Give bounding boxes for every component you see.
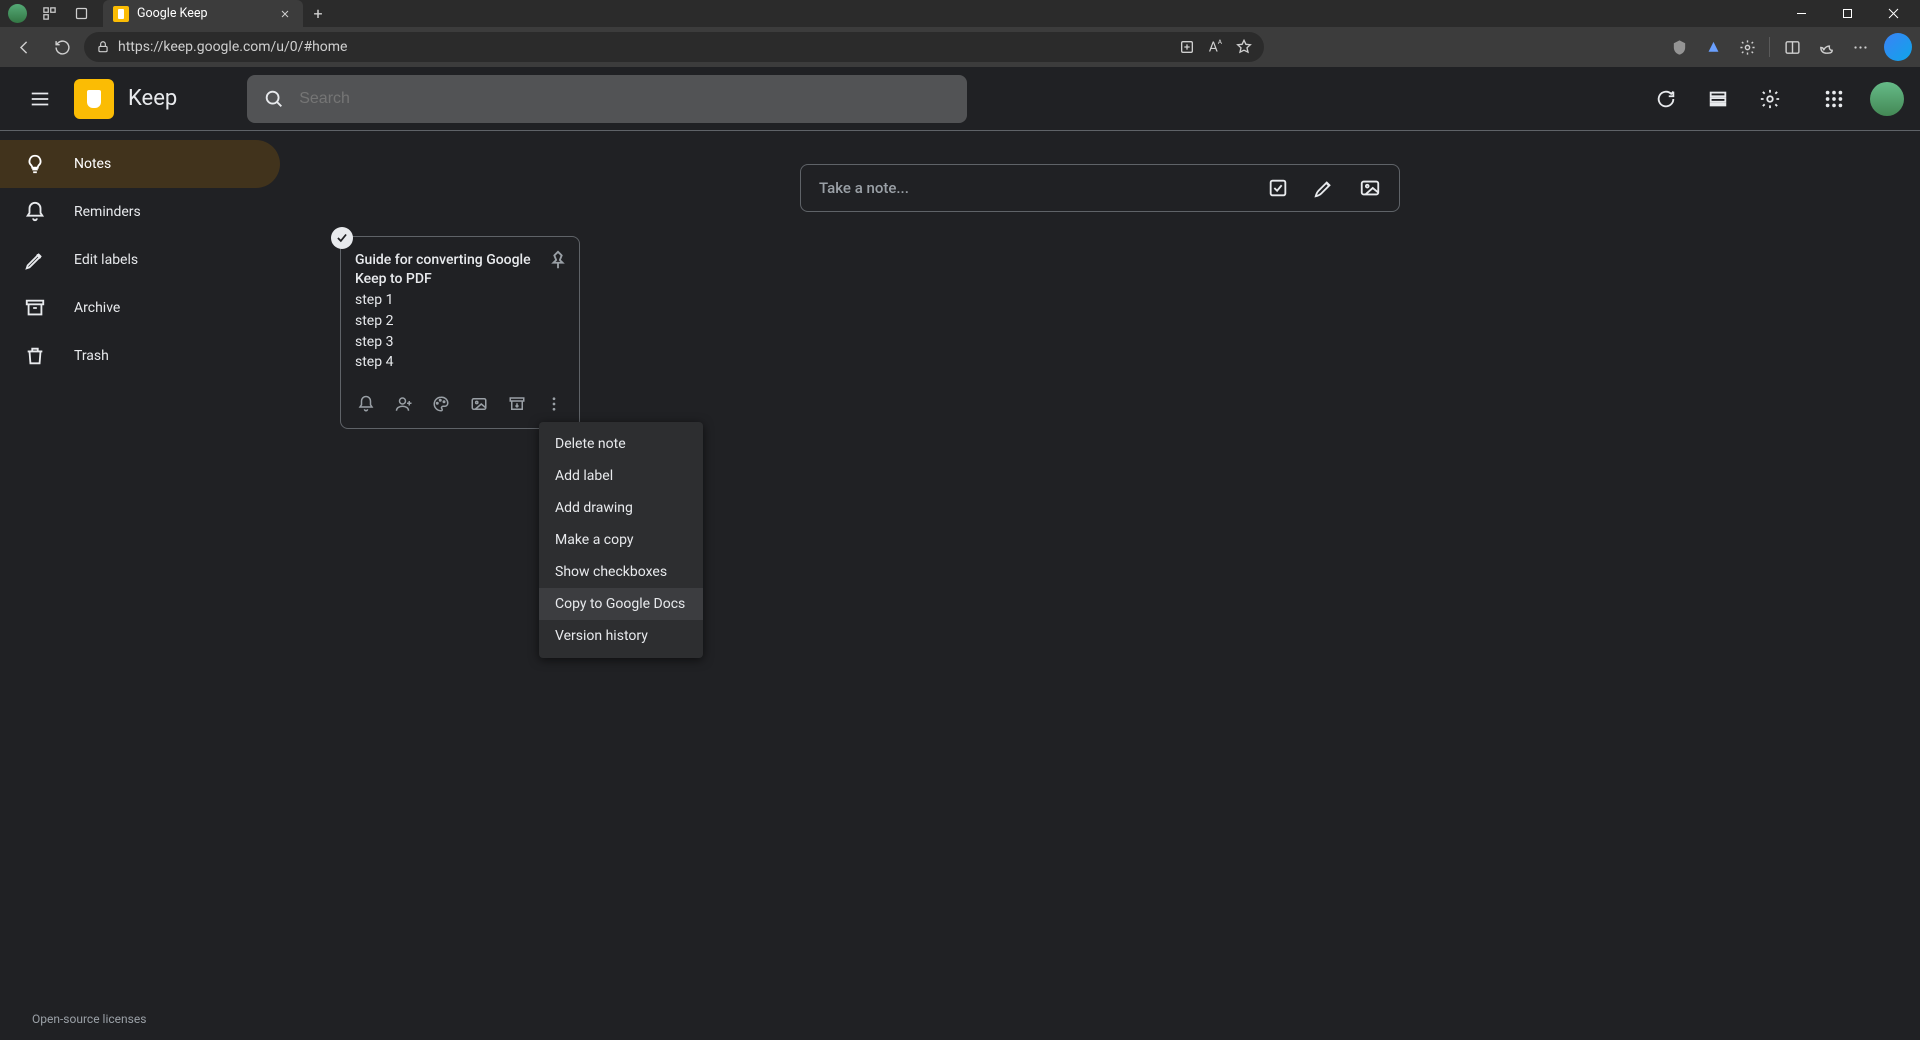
keep-favicon-icon bbox=[113, 6, 129, 22]
window-maximize-button[interactable] bbox=[1824, 0, 1870, 27]
ctx-copy-to-docs[interactable]: Copy to Google Docs bbox=[539, 588, 703, 620]
search-input[interactable] bbox=[299, 90, 951, 108]
tracking-icon[interactable] bbox=[1663, 31, 1695, 63]
browser-more-icon[interactable] bbox=[1844, 31, 1876, 63]
bulb-icon bbox=[24, 153, 46, 175]
select-note-button[interactable] bbox=[331, 227, 353, 249]
ctx-add-drawing[interactable]: Add drawing bbox=[539, 492, 703, 524]
sidebar: Notes Reminders Edit labels Archive Tras… bbox=[0, 132, 280, 380]
browser-toolbar: https://keep.google.com/u/0/#home Aᴬ bbox=[0, 27, 1920, 67]
search-icon bbox=[263, 88, 285, 110]
note-line: step 3 bbox=[355, 333, 565, 352]
sidebar-item-label: Archive bbox=[74, 300, 120, 316]
note-title: Guide for converting Google Keep to PDF bbox=[355, 251, 565, 289]
sidebar-item-label: Reminders bbox=[74, 204, 141, 220]
note-line: step 2 bbox=[355, 312, 565, 331]
archive-note-button[interactable] bbox=[506, 392, 528, 416]
main-content: Take a note... Guide for converting Goog… bbox=[280, 132, 1920, 1040]
collaborator-button[interactable] bbox=[393, 392, 415, 416]
pencil-icon bbox=[24, 249, 46, 271]
browser-settings-icon[interactable] bbox=[1731, 31, 1763, 63]
url-text: https://keep.google.com/u/0/#home bbox=[118, 39, 347, 55]
sidebar-item-label: Notes bbox=[74, 156, 111, 172]
extensions-icon[interactable] bbox=[1179, 39, 1195, 55]
text-size-icon[interactable]: Aᴬ bbox=[1209, 38, 1222, 56]
sidebar-item-archive[interactable]: Archive bbox=[0, 284, 280, 332]
ctx-delete-note[interactable]: Delete note bbox=[539, 428, 703, 460]
ctx-version-history[interactable]: Version history bbox=[539, 620, 703, 652]
more-button[interactable] bbox=[543, 392, 565, 416]
new-list-icon[interactable] bbox=[1267, 177, 1289, 199]
notification-icon[interactable] bbox=[1697, 31, 1729, 63]
take-note-placeholder: Take a note... bbox=[819, 179, 909, 197]
archive-icon bbox=[24, 297, 46, 319]
settings-button[interactable] bbox=[1748, 77, 1792, 121]
account-avatar[interactable] bbox=[1870, 82, 1904, 116]
app-title: Keep bbox=[128, 86, 177, 111]
sidebar-item-label: Edit labels bbox=[74, 252, 138, 268]
sidebar-item-reminders[interactable]: Reminders bbox=[0, 188, 280, 236]
profile-badge[interactable] bbox=[8, 4, 27, 23]
browser-tab[interactable]: Google Keep bbox=[103, 0, 303, 27]
add-image-button[interactable] bbox=[468, 392, 490, 416]
footer-link[interactable]: Open-source licenses bbox=[32, 1012, 146, 1026]
window-close-button[interactable] bbox=[1870, 0, 1916, 27]
sidebar-item-trash[interactable]: Trash bbox=[0, 332, 280, 380]
window-minimize-button[interactable] bbox=[1778, 0, 1824, 27]
new-drawing-icon[interactable] bbox=[1313, 177, 1335, 199]
ctx-add-label[interactable]: Add label bbox=[539, 460, 703, 492]
note-context-menu: Delete note Add label Add drawing Make a… bbox=[539, 422, 703, 658]
browser-tab-strip: Google Keep + bbox=[0, 0, 1920, 27]
sidebar-item-notes[interactable]: Notes bbox=[0, 140, 280, 188]
tab-close-button[interactable] bbox=[277, 6, 293, 22]
tab-actions-icon[interactable] bbox=[65, 0, 97, 27]
tab-title: Google Keep bbox=[137, 6, 208, 21]
note-toolbar bbox=[355, 388, 565, 420]
back-button[interactable] bbox=[8, 31, 40, 63]
sidebar-item-edit-labels[interactable]: Edit labels bbox=[0, 236, 280, 284]
remind-me-button[interactable] bbox=[355, 392, 377, 416]
search-box[interactable] bbox=[247, 75, 967, 123]
workspaces-icon[interactable] bbox=[33, 0, 65, 27]
trash-icon bbox=[24, 345, 46, 367]
take-note-bar[interactable]: Take a note... bbox=[800, 164, 1400, 212]
split-screen-icon[interactable] bbox=[1776, 31, 1808, 63]
app-header: Keep bbox=[0, 67, 1920, 131]
ctx-show-checkboxes[interactable]: Show checkboxes bbox=[539, 556, 703, 588]
pin-button[interactable] bbox=[547, 249, 569, 271]
refresh-app-button[interactable] bbox=[1644, 77, 1688, 121]
bell-icon bbox=[24, 201, 46, 223]
background-options-button[interactable] bbox=[430, 392, 452, 416]
sidebar-item-label: Trash bbox=[74, 348, 109, 364]
refresh-button[interactable] bbox=[46, 31, 78, 63]
main-menu-button[interactable] bbox=[16, 75, 64, 123]
new-image-icon[interactable] bbox=[1359, 177, 1381, 199]
note-line: step 1 bbox=[355, 291, 565, 310]
favorite-icon[interactable] bbox=[1236, 39, 1252, 55]
new-tab-button[interactable]: + bbox=[303, 4, 333, 23]
address-bar[interactable]: https://keep.google.com/u/0/#home Aᴬ bbox=[84, 32, 1264, 62]
list-view-button[interactable] bbox=[1696, 77, 1740, 121]
note-card[interactable]: Guide for converting Google Keep to PDF … bbox=[340, 236, 580, 429]
lock-icon bbox=[96, 40, 110, 54]
copilot-button[interactable] bbox=[1884, 33, 1912, 61]
collections-icon[interactable] bbox=[1810, 31, 1842, 63]
apps-button[interactable] bbox=[1812, 77, 1856, 121]
note-line: step 4 bbox=[355, 353, 565, 372]
ctx-make-copy[interactable]: Make a copy bbox=[539, 524, 703, 556]
keep-logo-icon bbox=[74, 79, 114, 119]
